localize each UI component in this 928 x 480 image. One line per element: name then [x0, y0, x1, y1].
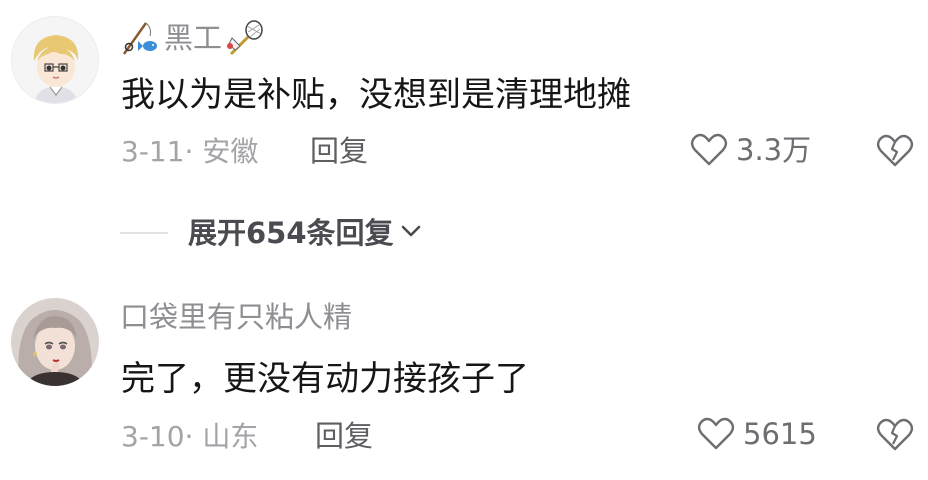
comment-item: 口袋里有只粘人精 完了，更没有动力接孩子了 3-10· 山东 回复 5615 — [0, 286, 928, 480]
avatar[interactable] — [11, 16, 99, 104]
divider-line — [120, 232, 168, 234]
expand-replies-button[interactable]: 展开654条回复 — [120, 218, 424, 248]
avatar[interactable] — [11, 298, 99, 386]
comment-meta: 3-10· 山东 — [121, 420, 259, 453]
comment-text: 我以为是补贴，没想到是清理地摊 — [121, 75, 631, 115]
username[interactable]: 口袋里有只粘人精 — [120, 303, 352, 332]
username[interactable]: 黑工 — [120, 20, 266, 56]
comment-text: 完了，更没有动力接孩子了 — [121, 359, 529, 399]
like-count: 5615 — [743, 416, 817, 451]
comment-meta: 3-11· 安徽 — [121, 135, 259, 168]
like-button[interactable]: 5615 — [697, 417, 817, 451]
badminton-icon — [227, 20, 263, 56]
broken-heart-icon — [876, 418, 914, 451]
username-text: 黑工 — [164, 20, 223, 55]
comment-list: 黑工 我以为是补贴，没想到是清理地摊 3-11· 安徽 回复 3.3万 展开65… — [0, 0, 928, 480]
like-button[interactable]: 3.3万 — [690, 133, 811, 167]
dislike-button[interactable] — [876, 418, 914, 456]
heart-icon — [690, 133, 728, 166]
anime-girl-avatar-icon — [11, 298, 99, 386]
chevron-down-icon — [398, 218, 424, 248]
like-count: 3.3万 — [736, 132, 812, 167]
broken-heart-icon — [876, 134, 914, 167]
fishing-pole-fish-icon — [122, 22, 157, 55]
heart-icon — [697, 417, 735, 450]
username-text: 口袋里有只粘人精 — [120, 300, 353, 334]
cartoon-boy-avatar-icon — [12, 17, 98, 103]
reply-button[interactable]: 回复 — [315, 422, 373, 451]
reply-button[interactable]: 回复 — [310, 137, 368, 166]
comment-item: 黑工 我以为是补贴，没想到是清理地摊 3-11· 安徽 回复 3.3万 — [0, 0, 928, 200]
expand-replies-label: 展开654条回复 — [188, 215, 394, 250]
dislike-button[interactable] — [876, 134, 914, 172]
